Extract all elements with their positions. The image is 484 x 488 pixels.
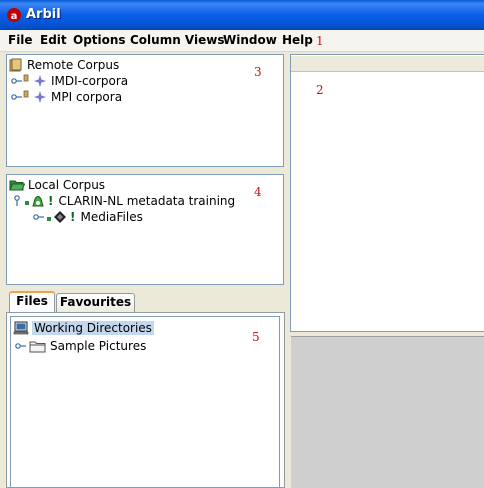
tree-label: Remote Corpus	[27, 58, 120, 72]
annotation-marker-4: 4	[254, 185, 262, 199]
tree-label: CLARIN-NL metadata training	[58, 194, 236, 208]
tree-row-imdi-corpora[interactable]: IMDI-corpora	[11, 73, 128, 89]
svg-text:a: a	[11, 11, 18, 22]
tree-label: IMDI-corpora	[51, 74, 129, 88]
corpus-node-marker-icon	[23, 90, 29, 98]
remote-node-icon	[34, 75, 46, 87]
files-tree[interactable]: Working Directories Sample Pictures 5	[10, 316, 280, 488]
remote-corpus-tree[interactable]: Remote Corpus IMDI-corpora MPI corpora 3	[6, 54, 284, 167]
local-corpus-tree[interactable]: Local Corpus ! CLARIN-NL metadata traini…	[6, 174, 284, 285]
collapse-handle-icon[interactable]	[11, 195, 23, 207]
arbil-logo-icon: a	[7, 8, 21, 22]
tab-files[interactable]: Files	[9, 291, 55, 313]
corpus-bag-icon	[32, 196, 44, 207]
annotation-marker-1: 1	[316, 34, 324, 48]
menu-edit[interactable]: Edit	[40, 33, 67, 47]
tree-row-local-corpus[interactable]: Local Corpus	[9, 177, 105, 193]
tree-label: Working Directories	[32, 321, 154, 335]
menu-column-views[interactable]: Column Views	[130, 33, 225, 47]
right-lower-pane	[291, 336, 484, 488]
expand-handle-icon[interactable]	[11, 91, 23, 103]
expand-handle-icon[interactable]	[33, 211, 45, 223]
annotation-marker-5: 5	[252, 330, 260, 344]
tree-label: MediaFiles	[80, 210, 143, 224]
title-bar: a Arbil	[0, 0, 484, 30]
table-header	[291, 56, 484, 72]
computer-icon	[13, 321, 29, 335]
remote-node-icon	[34, 91, 46, 103]
tree-label: MPI corpora	[51, 90, 123, 104]
tab-favourites[interactable]: Favourites	[56, 293, 135, 312]
status-square-icon	[47, 217, 51, 221]
menu-bar: File Edit Options Column Views Window He…	[0, 30, 484, 52]
expand-handle-icon[interactable]	[15, 340, 27, 352]
tree-row-mpi-corpora[interactable]: MPI corpora	[11, 89, 122, 105]
window-title: Arbil	[26, 7, 61, 22]
local-corpus-folder-icon	[9, 180, 25, 191]
tree-row-mediafiles[interactable]: ! MediaFiles	[33, 209, 143, 225]
splitter[interactable]	[6, 167, 284, 174]
session-diamond-icon	[54, 211, 66, 223]
tree-row-working-directories[interactable]: Working Directories	[13, 320, 154, 336]
menu-window[interactable]: Window	[223, 33, 277, 47]
tree-label: Sample Pictures	[50, 339, 147, 353]
tree-row-remote-corpus[interactable]: Remote Corpus	[9, 57, 119, 73]
tree-row-sample-pictures[interactable]: Sample Pictures	[15, 338, 146, 354]
status-square-icon	[25, 201, 29, 205]
annotation-marker-3: 3	[254, 65, 262, 79]
files-tab-panel: Working Directories Sample Pictures 5	[6, 312, 285, 488]
menu-options[interactable]: Options	[73, 33, 126, 47]
expand-handle-icon[interactable]	[11, 75, 23, 87]
remote-corpus-folder-icon	[9, 58, 22, 72]
tree-row-clarin-training[interactable]: ! CLARIN-NL metadata training	[11, 193, 235, 209]
annotation-marker-2: 2	[316, 83, 324, 97]
folder-icon	[29, 341, 46, 353]
exclamation-icon: !	[48, 194, 54, 208]
menu-help[interactable]: Help	[282, 33, 313, 47]
corpus-node-marker-icon	[23, 74, 29, 82]
tree-label: Local Corpus	[28, 178, 106, 192]
exclamation-icon: !	[70, 210, 76, 224]
menu-file[interactable]: File	[8, 33, 33, 47]
